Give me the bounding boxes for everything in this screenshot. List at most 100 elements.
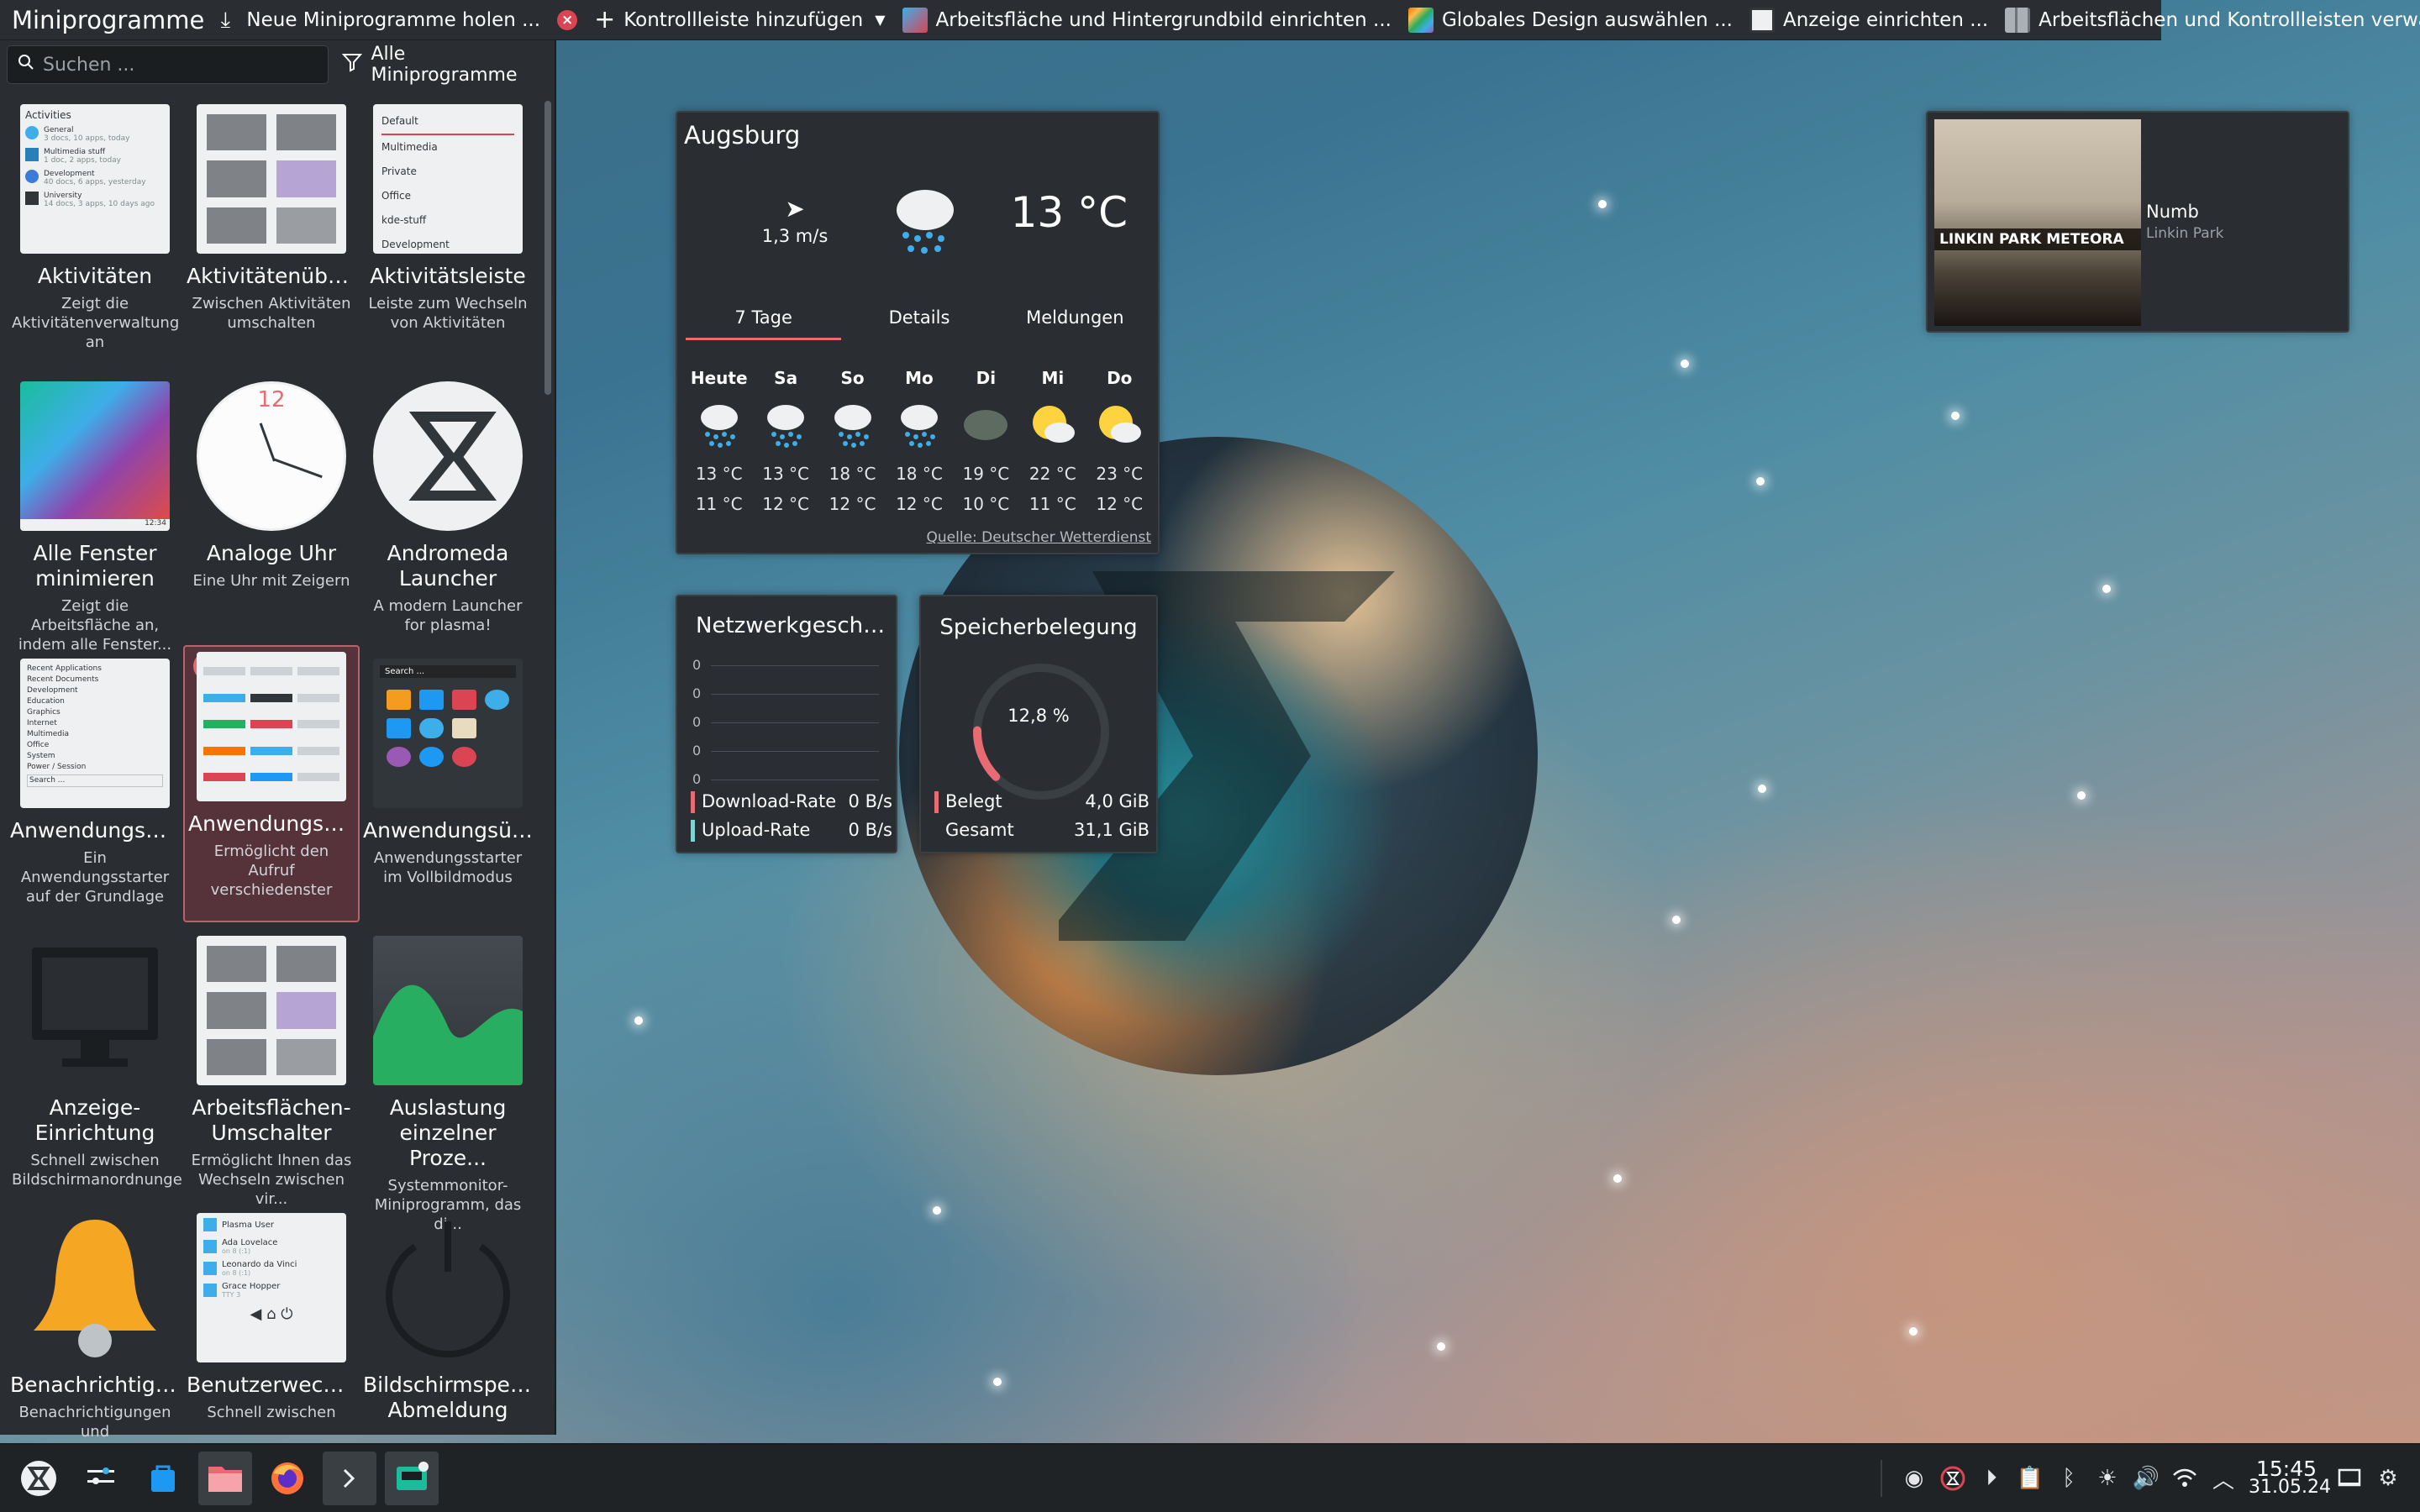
tray-network[interactable]	[2171, 1465, 2198, 1492]
headset-icon: ◉	[1904, 1466, 1924, 1491]
global-theme-button[interactable]: Globales Design auswählen ...	[1400, 0, 1741, 40]
tray-bluetooth[interactable]: ᛒ	[2055, 1465, 2082, 1492]
widget-tile[interactable]: Arbeitsflächen-Umschalter Ermöglicht Ihn…	[183, 931, 360, 1208]
widget-tile[interactable]: Auslastung einzelner Proze... Systemmoni…	[360, 931, 536, 1233]
preview-text: Grace Hopper	[222, 1282, 281, 1291]
widgets-scrollbar[interactable]	[544, 101, 551, 395]
preview-text: Activities	[25, 109, 71, 121]
tab-details[interactable]: Details	[841, 307, 997, 340]
weather-location: Augsburg	[684, 121, 801, 150]
close-widgets-panel-button[interactable]: ×	[549, 0, 586, 40]
widget-description: Zeigt die Aktivitätenverwaltung an	[12, 295, 180, 351]
rain-icon	[752, 395, 818, 454]
forecast-low: 11 °C	[1028, 494, 1076, 514]
preview-text: Development	[27, 686, 78, 695]
panel-configure-button[interactable]: ⚙	[2375, 1465, 2402, 1492]
taskbar-settings[interactable]	[74, 1452, 128, 1505]
widget-tile[interactable]: Activities General 3 docs, 10 apps, today…	[7, 99, 183, 376]
firefox-icon	[271, 1462, 303, 1494]
widget-tile[interactable]: 12 Analoge Uhr Eine Uhr mit Zeigern	[183, 376, 360, 654]
kde-logo-icon	[408, 412, 497, 501]
digital-clock[interactable]: 15:45 31.05.24	[2249, 1458, 2331, 1498]
widget-tile[interactable]: Anzeige-Einrichtung Schnell zwischen Bil…	[7, 931, 183, 1208]
preview-text: 14 docs, 3 apps, 10 days ago	[44, 200, 155, 208]
widget-search-input[interactable]: Suchen ...	[7, 45, 329, 84]
preview-text: Development	[381, 239, 450, 250]
power-icon	[386, 1221, 510, 1358]
tray-separator	[1881, 1460, 1882, 1497]
preview-text: Leonardo da Vinci	[222, 1260, 297, 1269]
taskbar-file-manager[interactable]	[198, 1452, 252, 1505]
widget-tile[interactable]: Benachrichtigun... Benachrichtigungen un…	[7, 1208, 183, 1460]
discover-icon	[151, 1465, 175, 1492]
taskbar-discover[interactable]	[136, 1452, 190, 1505]
tab-7-days[interactable]: 7 Tage	[686, 307, 842, 340]
taskbar: ◉ ⏵ 📋 ᛒ ☀ 🔊 ︿ 15:45 31.05.24 ⚙	[0, 1443, 2420, 1512]
get-new-widgets-button[interactable]: ⤓ Neue Miniprogramme holen ...	[204, 0, 549, 40]
taskbar-terminal[interactable]	[323, 1452, 376, 1505]
add-panel-button[interactable]: + Kontrollleiste hinzufügen ▼	[586, 0, 893, 40]
widget-tile-selected[interactable]: 1 Anwendungssta... Ermöglicht den Aufruf…	[183, 645, 360, 922]
network-speed-widget[interactable]: Netzwerkgeschwi... 0 0 0 0 0 Download-Ra…	[676, 595, 897, 853]
preview-text: Plasma User	[222, 1220, 274, 1230]
display-icon	[32, 948, 158, 1040]
preview-text: 1 doc, 2 apps, today	[44, 156, 122, 165]
tray-volume[interactable]: 🔊	[2133, 1465, 2160, 1492]
widget-name: Andromeda Launcher	[387, 541, 509, 591]
manage-desktops-button[interactable]: Arbeitsflächen und Kontrollleisten verwa…	[1996, 0, 2420, 40]
grid-label: 0	[692, 714, 702, 730]
widget-preview: Search ...	[373, 659, 523, 808]
preview-text: 40 docs, 6 apps, yesterday	[44, 178, 146, 186]
taskbar-firefox[interactable]	[260, 1452, 314, 1505]
widget-description: Benachrichtigungen und	[18, 1404, 171, 1441]
volume-icon: 🔊	[2132, 1466, 2160, 1491]
application-launcher-button[interactable]	[12, 1452, 66, 1505]
weather-source-link[interactable]: Quelle: Deutscher Wetterdienst	[927, 529, 1152, 546]
widget-preview	[373, 381, 523, 531]
tray-audio-input[interactable]: ◉	[1901, 1465, 1928, 1492]
taskbar-widget-app[interactable]	[385, 1452, 439, 1505]
widget-tile[interactable]: Default Multimedia Private Office kde-st…	[360, 99, 536, 376]
widget-preview	[197, 936, 346, 1085]
display-settings-button[interactable]: Anzeige einrichten ...	[1741, 0, 1996, 40]
album-cover-text: LINKIN PARK METEORA	[1934, 228, 2141, 250]
kde-logo-icon	[21, 1461, 56, 1496]
widget-tile[interactable]: Recent Applications Recent Documents Dev…	[7, 654, 183, 914]
media-player-widget[interactable]: LINKIN PARK METEORA Numb Linkin Park	[1926, 111, 2349, 333]
weather-widget[interactable]: Augsburg ➤ 1,3 m/s 13 °C 7 Tage Details …	[676, 111, 1160, 554]
clock-date: 31.05.24	[2249, 1477, 2331, 1498]
widget-tile[interactable]: Bildschirmsperre/ Abmeldung	[360, 1208, 536, 1460]
wallpaper-icon	[902, 7, 928, 33]
preview-text: Power / Session	[27, 763, 87, 771]
widget-description: Schnell zwischen	[207, 1404, 336, 1421]
memory-percent: 12,8 %	[1007, 706, 1070, 726]
memory-gauge	[973, 664, 1109, 800]
bluetooth-icon: ᛒ	[2062, 1466, 2075, 1491]
configure-desktop-button[interactable]: Arbeitsfläche und Hintergrundbild einric…	[894, 0, 1400, 40]
memory-usage-widget[interactable]: Speicherbelegung 12,8 % Belegt 4,0 GiB G…	[919, 595, 1158, 853]
album-cover: LINKIN PARK METEORA	[1934, 119, 2141, 326]
widget-tile[interactable]: Aktivitätenübers... Zwischen Aktivitäten…	[183, 99, 360, 376]
sun-cloud-icon	[1086, 395, 1153, 454]
widget-tile[interactable]: Andromeda Launcher A modern Launcher for…	[360, 376, 536, 654]
widget-tile[interactable]: Search ... Anwendungsüb... Anwendungssta…	[360, 654, 536, 914]
tray-kde-connect[interactable]	[1939, 1465, 1966, 1492]
tray-expand[interactable]: ︿	[2210, 1465, 2237, 1494]
preview-text: Search ...	[380, 665, 516, 678]
used-label: Belegt	[945, 791, 1002, 811]
forecast-day-label: Mi	[1041, 368, 1065, 388]
tray-media[interactable]: ⏵	[1978, 1465, 2005, 1492]
network-chart: 0 0 0 0 0	[692, 657, 882, 787]
tray-clipboard[interactable]: 📋	[2017, 1465, 2044, 1492]
widget-tile[interactable]: Plasma User Ada Lovelace on 8 (:1) Leonar…	[183, 1208, 360, 1460]
widget-filter-button[interactable]: Alle Miniprogramme	[337, 44, 548, 86]
preview-text: Education	[27, 697, 65, 706]
widget-description: Anwendungsstarter im Vollbildmodus	[373, 849, 523, 886]
close-icon: ×	[557, 9, 578, 30]
tab-warnings[interactable]: Meldungen	[997, 307, 1153, 340]
forecast-day: Mo 18 °C 12 °C	[886, 368, 952, 519]
show-desktop-button[interactable]	[2336, 1465, 2363, 1492]
widget-tile[interactable]: 12:34 Alle Fenster minimieren Zeigt die …	[7, 376, 183, 654]
tray-brightness[interactable]: ☀	[2094, 1465, 2121, 1492]
widget-preview	[197, 652, 346, 801]
